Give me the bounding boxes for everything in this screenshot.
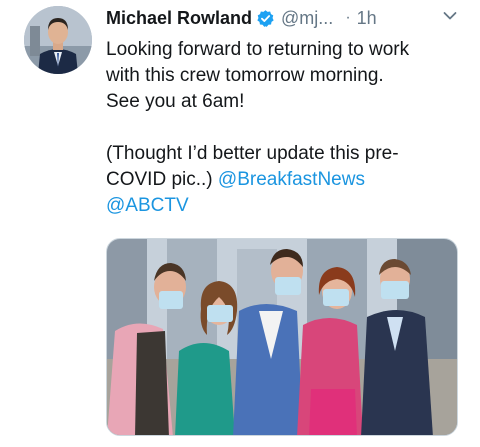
avatar[interactable]: [24, 6, 92, 74]
tweet-photo[interactable]: [106, 238, 458, 436]
chevron-down-icon[interactable]: [443, 11, 457, 21]
tweet-text: Looking forward to returning to work wit…: [106, 37, 466, 219]
text-line: See you at 6am!: [106, 91, 245, 112]
mention-link-abctv[interactable]: @ABCTV: [106, 195, 189, 216]
text-line: COVID pic..) @BreakfastNews: [106, 167, 466, 193]
text-fragment: COVID pic..): [106, 169, 218, 190]
author-handle[interactable]: @mj...: [281, 8, 333, 29]
mention-link-breakfastnews[interactable]: @BreakfastNews: [218, 169, 365, 190]
verified-badge-icon: [256, 9, 275, 28]
tweet[interactable]: Michael Rowland @mj... · 1h Looking forw…: [0, 0, 480, 447]
tweet-header: Michael Rowland @mj... · 1h: [106, 7, 466, 29]
text-line: (Thought I’d better update this pre-: [106, 143, 399, 164]
text-line: Looking forward to returning to work: [106, 39, 410, 60]
separator-dot: ·: [345, 9, 351, 26]
text-line: @ABCTV: [106, 193, 466, 219]
timestamp[interactable]: 1h: [357, 8, 377, 29]
author-name[interactable]: Michael Rowland: [106, 8, 252, 29]
text-line: with this crew tomorrow morning.: [106, 65, 384, 86]
